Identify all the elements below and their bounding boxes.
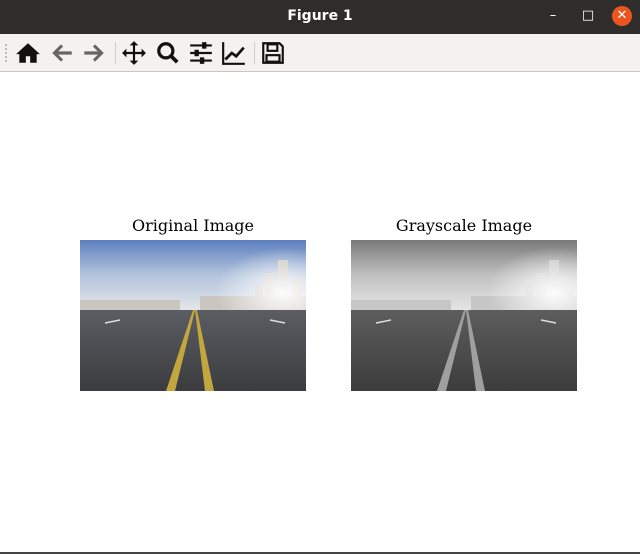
configure-subplots-icon[interactable]: [188, 40, 214, 66]
back-icon[interactable]: [49, 40, 75, 66]
grayscale-image: [351, 240, 577, 391]
axes-title-grayscale: Grayscale Image: [395, 216, 533, 235]
minimize-button[interactable]: –: [543, 6, 563, 26]
separator: [115, 42, 116, 64]
maximize-button[interactable]: □: [578, 6, 598, 26]
home-icon[interactable]: [15, 40, 41, 66]
toolbar: [0, 34, 640, 72]
edit-axes-icon[interactable]: [221, 40, 247, 66]
title-bar: Figure 1 – □ ✕: [0, 0, 640, 34]
save-icon[interactable]: [260, 40, 286, 66]
close-button[interactable]: ✕: [612, 6, 632, 26]
zoom-icon[interactable]: [155, 40, 181, 66]
pan-icon[interactable]: [121, 40, 147, 66]
separator: [254, 42, 255, 64]
original-image: [80, 240, 306, 391]
axes-title-original: Original Image: [131, 216, 255, 235]
toolbar-grip[interactable]: [5, 44, 7, 62]
forward-icon[interactable]: [81, 40, 107, 66]
